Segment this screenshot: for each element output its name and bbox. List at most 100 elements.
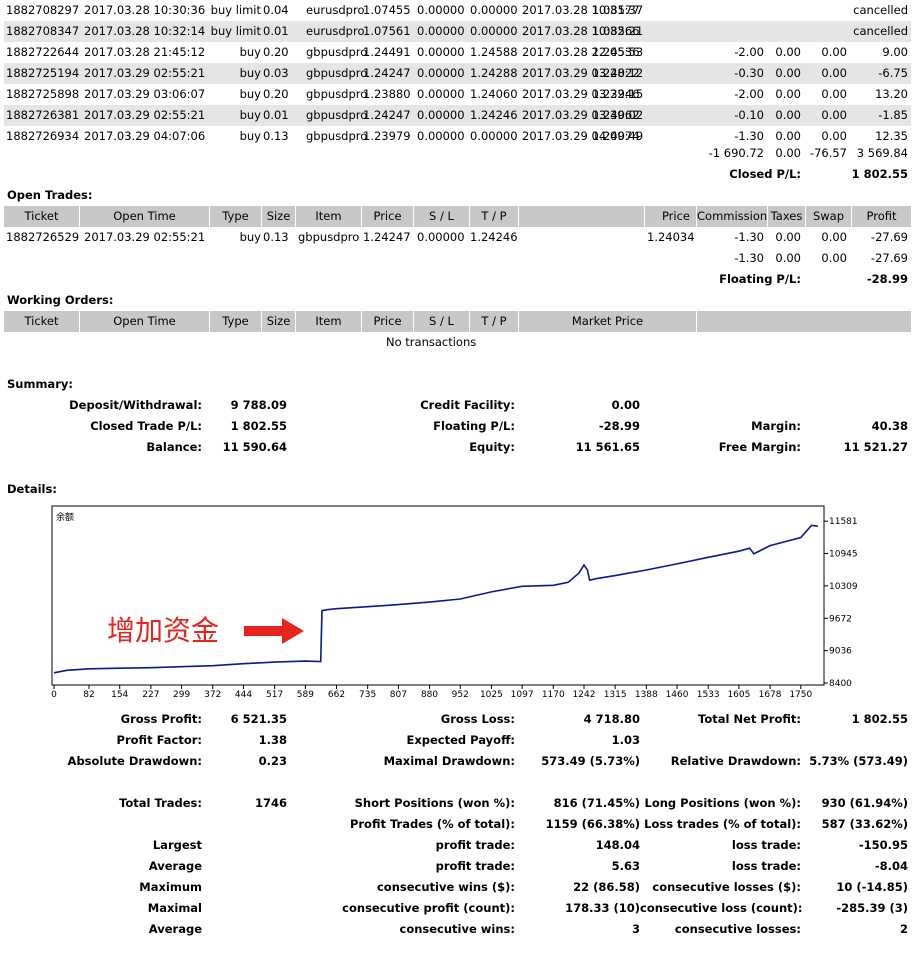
col-tp: T / P xyxy=(470,206,519,227)
average-profit-label: profit trade: xyxy=(435,859,515,873)
y-tick-label: 11581 xyxy=(829,517,858,527)
rel-dd-label: Relative Drawdown: xyxy=(670,754,801,768)
average-loss-label: loss trade: xyxy=(731,859,801,873)
cell-sl: 0.00000 xyxy=(417,3,465,17)
long-label: Long Positions (won %): xyxy=(644,796,802,810)
cell-ticket: 1882722644 xyxy=(6,45,80,59)
total-trades-value: 1746 xyxy=(254,796,287,810)
cell-sl: 0.00000 xyxy=(417,66,465,80)
cell-size: 0.20 xyxy=(263,87,289,101)
cell-profit: cancelled xyxy=(853,3,908,17)
x-tick-label: 1388 xyxy=(635,690,658,700)
x-tick-label: 1678 xyxy=(759,690,782,700)
x-tick-label: 1170 xyxy=(542,690,565,700)
cell-swap: 0.00 xyxy=(821,66,847,80)
cell-item: gbpusdpro xyxy=(298,230,360,244)
cons-profit-value: 178.33 (10) xyxy=(565,901,640,915)
cell-taxes: 0.00 xyxy=(775,108,801,122)
cell-sl: 0.00000 xyxy=(417,230,465,244)
max-dd-label: Maximal Drawdown: xyxy=(383,754,515,768)
x-tick-label: 952 xyxy=(452,690,469,700)
col-ticket: Ticket xyxy=(4,311,80,332)
cell-swap: 0.00 xyxy=(821,108,847,122)
rel-dd-value: 5.73% (573.49) xyxy=(809,754,908,768)
cell-price: 1.07455 xyxy=(363,3,411,17)
x-tick-label: 589 xyxy=(297,690,314,700)
x-tick-label: 807 xyxy=(390,690,407,700)
x-tick-label: 372 xyxy=(204,690,221,700)
cell-size: 0.04 xyxy=(263,3,289,17)
margin-value: 40.38 xyxy=(871,419,908,433)
y-tick-label: 9036 xyxy=(829,647,852,657)
cell-close-price: 1.23946 xyxy=(592,87,640,101)
y-tick-label: 8400 xyxy=(829,679,852,689)
cell-tp: 1.24060 xyxy=(470,87,518,101)
cell-close-price: 1.24062 xyxy=(592,108,640,122)
balance-chart: 余额 0 82 154 227 299 372 444 517 589 662 735 807 880 9… xyxy=(51,505,858,700)
expected-payoff-label: Expected Payoff: xyxy=(406,733,516,747)
cons-losses-value: 10 (-14.85) xyxy=(836,880,908,894)
profit-trades-label: Profit Trades (% of total): xyxy=(349,817,515,831)
abs-dd-label: Absolute Drawdown: xyxy=(67,754,202,768)
max-dd-value: 573.49 (5.73%) xyxy=(541,754,640,768)
cell-type: buy xyxy=(239,129,261,143)
gross-loss-label: Gross Loss: xyxy=(440,712,515,726)
credit-label: Credit Facility: xyxy=(420,398,515,412)
short-value: 816 (71.45%) xyxy=(553,796,640,810)
col-item: Item xyxy=(296,206,362,227)
cell-commission: -1.30 xyxy=(734,230,764,244)
summary-title: Summary: xyxy=(7,377,73,391)
col-sl: S / L xyxy=(414,311,470,332)
x-tick-label: 82 xyxy=(83,690,94,700)
cell-open-time: 2017.03.29 04:07:06 xyxy=(84,129,206,143)
closed-trade-row: 1882725194 2017.03.29 02:55:21 buy 0.03 gbpu… xyxy=(4,63,911,84)
total-net-value: 1 802.55 xyxy=(851,712,908,726)
cell-taxes: 0.00 xyxy=(775,87,801,101)
cell-item: gbpusdpro xyxy=(306,108,368,122)
expected-payoff-value: 1.03 xyxy=(611,733,640,747)
col-sl: S / L xyxy=(414,206,470,227)
cell-price: 1.24247 xyxy=(363,108,411,122)
cell-sl: 0.00000 xyxy=(417,129,465,143)
floating-pl-value: -28.99 xyxy=(866,272,908,286)
working-orders-header: Ticket Open Time Type Size Item Price S … xyxy=(4,311,911,332)
cell-price: 1.24491 xyxy=(363,45,411,59)
floating-pl-label: Floating P/L: xyxy=(719,272,801,286)
loss-trades-label: Loss trades (% of total): xyxy=(644,817,801,831)
floating-value: -28.99 xyxy=(598,419,640,433)
cell-profit: -27.69 xyxy=(870,230,908,244)
cell-size: 0.13 xyxy=(263,129,289,143)
col-open-time: Open Time xyxy=(80,311,210,332)
col-market-price: Market Price xyxy=(519,311,697,332)
equity-value: 11 561.65 xyxy=(575,440,640,454)
cell-size: 0.13 xyxy=(263,230,289,244)
maximum-label: Maximum xyxy=(139,880,202,894)
open-total-commission: -1.30 xyxy=(734,251,764,265)
cell-type: buy xyxy=(239,108,261,122)
cell-close-price: 1.24536 xyxy=(592,45,640,59)
average2-label: Average xyxy=(148,922,202,936)
cell-sl: 0.00000 xyxy=(417,24,465,38)
cell-price: 1.23979 xyxy=(363,129,411,143)
gross-profit-label: Gross Profit: xyxy=(120,712,202,726)
cons-profit-label: consecutive profit (count): xyxy=(342,901,515,915)
x-tick-label: 735 xyxy=(359,690,376,700)
x-tick-label: 662 xyxy=(328,690,345,700)
col-size: Size xyxy=(262,206,296,227)
closed-total-swap: -76.57 xyxy=(809,146,847,160)
cell-sl: 0.00000 xyxy=(417,45,465,59)
x-tick-label: 444 xyxy=(235,690,252,700)
cell-sl: 0.00000 xyxy=(417,108,465,122)
x-tick-label: 1533 xyxy=(697,690,720,700)
closed-trade-row: 1882726381 2017.03.29 02:55:21 buy 0.01 gbpu… xyxy=(4,105,911,126)
avg-cons-wins-label: consecutive wins: xyxy=(399,922,516,936)
cell-profit: 13.20 xyxy=(875,87,908,101)
x-tick-label: 1097 xyxy=(511,690,534,700)
cell-tp: 0.00000 xyxy=(470,24,518,38)
x-tick-label: 1315 xyxy=(604,690,627,700)
cell-type: buy xyxy=(239,45,261,59)
cons-loss-label: consecutive loss (count): xyxy=(640,901,803,915)
cell-item: gbpusdpro xyxy=(306,45,368,59)
cell-open-time: 2017.03.28 21:45:12 xyxy=(84,45,206,59)
x-tick-label: 0 xyxy=(51,690,57,700)
